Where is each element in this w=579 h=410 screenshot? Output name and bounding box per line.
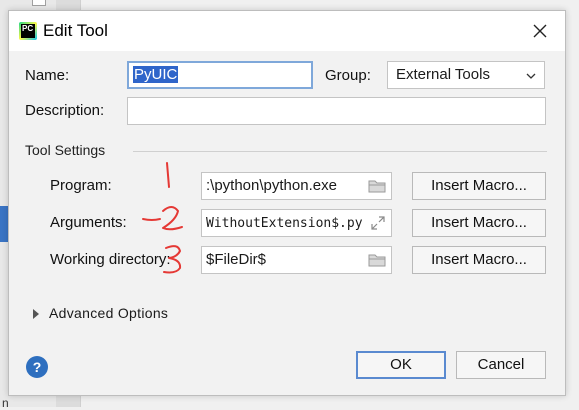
help-button[interactable]: ?	[26, 356, 48, 378]
insert-macro-button-arguments[interactable]: Insert Macro...	[412, 209, 546, 237]
expand-arrow-icon[interactable]	[33, 309, 39, 319]
working-directory-value: $FileDir$	[206, 251, 267, 268]
insert-macro-button-working-directory[interactable]: Insert Macro...	[412, 246, 546, 274]
working-directory-field[interactable]: $FileDir$	[201, 246, 392, 274]
ide-file-icon	[32, 0, 46, 6]
ide-text-fragment: n	[2, 396, 9, 410]
description-label: Description:	[25, 102, 105, 119]
title-bar: PC Edit Tool	[9, 11, 565, 51]
close-icon	[533, 24, 547, 38]
ok-button[interactable]: OK	[356, 351, 446, 379]
close-button[interactable]	[525, 17, 555, 45]
folder-icon[interactable]	[368, 179, 386, 193]
arguments-label: Arguments:	[50, 214, 127, 231]
arguments-field[interactable]: WithoutExtension$.py	[201, 209, 392, 237]
program-field[interactable]: :\python\python.exe	[201, 172, 392, 200]
description-field[interactable]	[127, 97, 546, 125]
name-value: PyUIC	[133, 66, 179, 83]
pycharm-icon: PC	[19, 22, 37, 40]
arguments-value: WithoutExtension$.py	[206, 216, 363, 231]
advanced-options-toggle[interactable]: Advanced Options	[49, 305, 168, 321]
program-value: :\python\python.exe	[206, 177, 337, 194]
tool-settings-title: Tool Settings	[25, 142, 106, 158]
name-label: Name:	[25, 67, 70, 84]
insert-macro-button-program[interactable]: Insert Macro...	[412, 172, 546, 200]
edit-tool-dialog: PC Edit Tool Name: PyUIC Group: External…	[8, 10, 566, 396]
ide-selection-marker	[0, 206, 8, 242]
chevron-down-icon	[526, 73, 536, 79]
expand-icon[interactable]	[371, 216, 385, 230]
cancel-button[interactable]: Cancel	[456, 351, 546, 379]
working-directory-label: Working directory:	[50, 251, 171, 268]
folder-icon[interactable]	[368, 253, 386, 267]
program-label: Program:	[50, 177, 112, 194]
name-field[interactable]: PyUIC	[127, 61, 313, 89]
group-value: External Tools	[396, 66, 490, 83]
group-dropdown[interactable]: External Tools	[387, 61, 545, 89]
group-label: Group:	[325, 67, 371, 84]
section-divider	[133, 151, 547, 152]
dialog-title: Edit Tool	[43, 21, 108, 40]
